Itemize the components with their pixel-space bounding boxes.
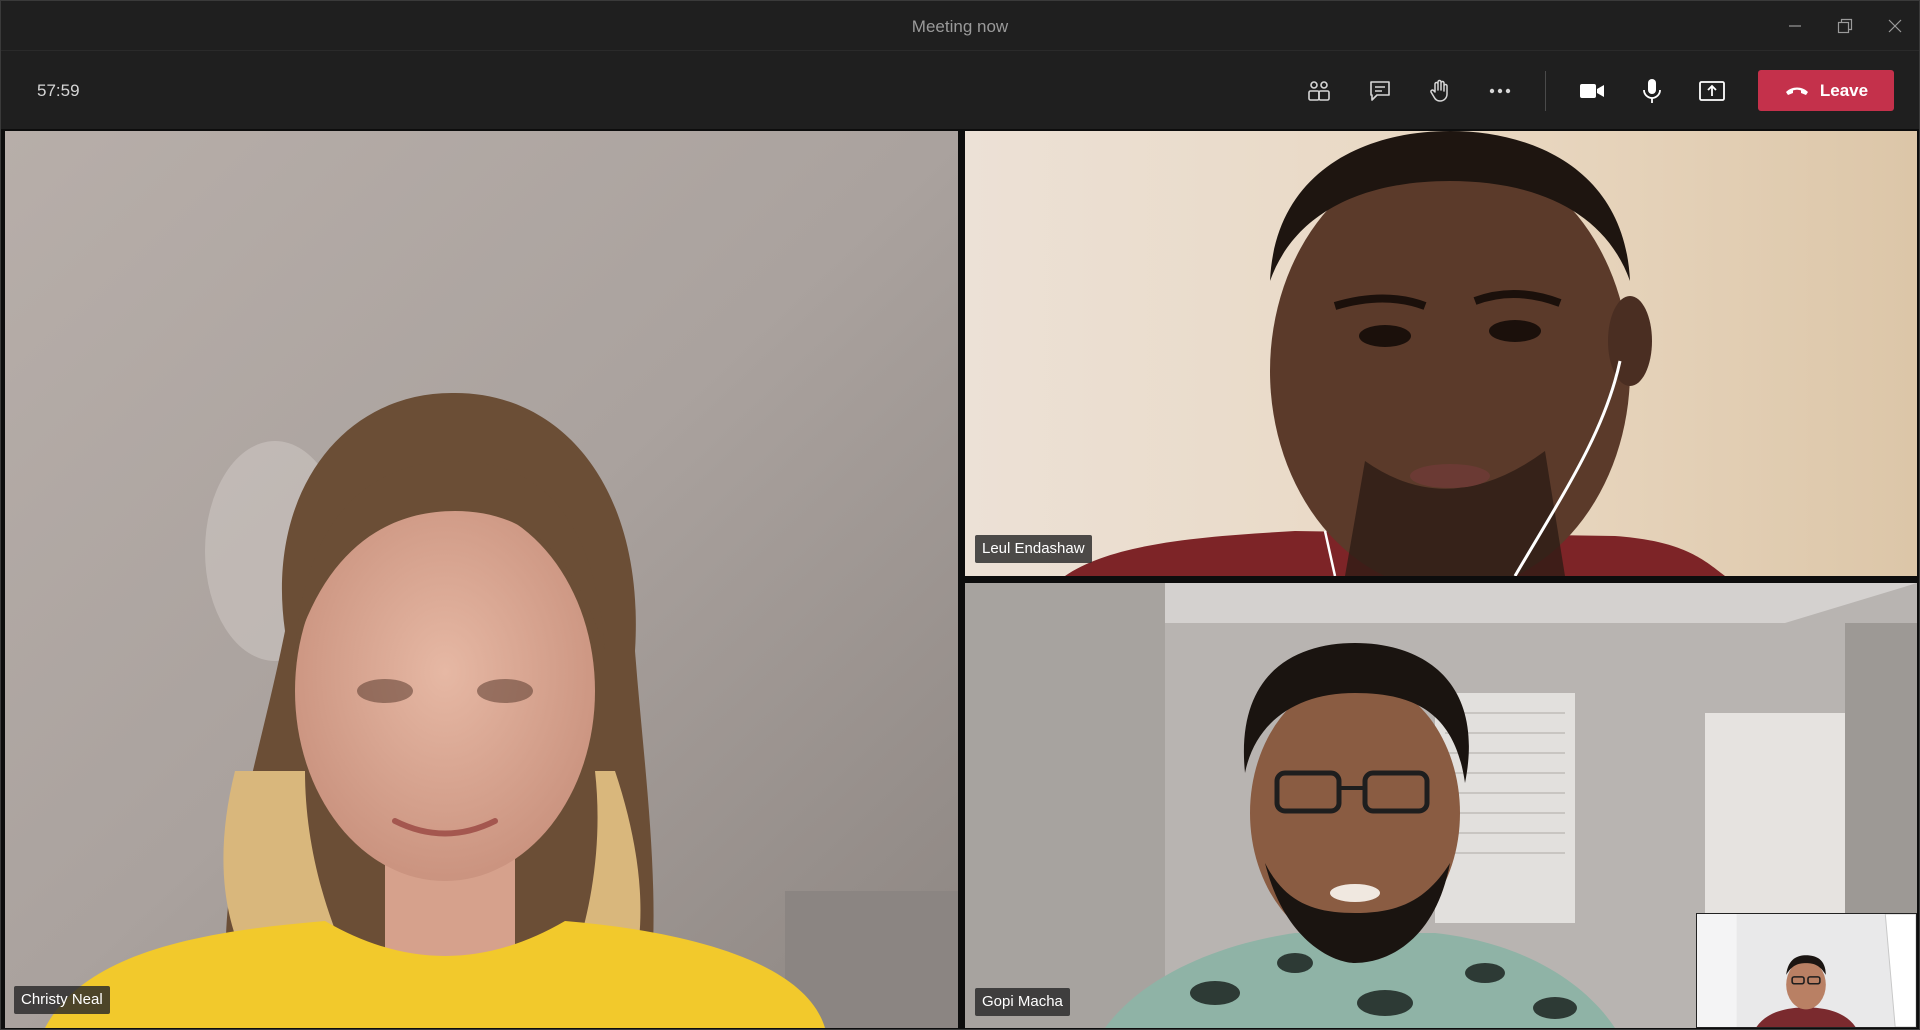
restore-icon bbox=[1837, 18, 1853, 34]
participant-video bbox=[5, 131, 958, 1028]
close-button[interactable] bbox=[1881, 13, 1909, 39]
participant-video bbox=[965, 131, 1917, 576]
camera-button[interactable] bbox=[1570, 69, 1614, 113]
participant-name-tag: Gopi Macha bbox=[975, 988, 1070, 1016]
video-tile-2[interactable]: Leul Endashaw bbox=[965, 131, 1917, 576]
minimize-button[interactable] bbox=[1781, 13, 1809, 39]
share-button[interactable] bbox=[1690, 69, 1734, 113]
meeting-timer: 57:59 bbox=[37, 81, 80, 100]
minimize-icon bbox=[1789, 25, 1801, 27]
window-title: Meeting now bbox=[911, 17, 1009, 36]
toolbar-divider bbox=[1545, 71, 1546, 111]
camera-icon bbox=[1580, 84, 1604, 98]
microphone-icon bbox=[1643, 79, 1661, 103]
hand-icon bbox=[1430, 79, 1448, 102]
self-view-video[interactable] bbox=[1696, 913, 1917, 1028]
chat-icon bbox=[1370, 81, 1390, 101]
hang-up-icon bbox=[1785, 87, 1808, 95]
title-bar: Meeting now bbox=[1, 1, 1919, 51]
self-video bbox=[1697, 914, 1916, 1027]
meeting-toolbar: 57:59 Leave bbox=[1, 51, 1919, 129]
more-icon bbox=[1489, 88, 1511, 94]
video-tile-1[interactable]: Christy Neal bbox=[5, 131, 958, 1028]
meeting-window: Meeting now 57:59 Leave Christy Neal Leu… bbox=[0, 0, 1920, 1030]
close-icon bbox=[1888, 19, 1902, 33]
participants-button[interactable] bbox=[1297, 69, 1341, 113]
raise-hand-button[interactable] bbox=[1418, 69, 1462, 113]
more-actions-button[interactable] bbox=[1478, 69, 1522, 113]
restore-button[interactable] bbox=[1831, 13, 1859, 39]
participant-name-tag: Leul Endashaw bbox=[975, 535, 1092, 563]
microphone-button[interactable] bbox=[1630, 69, 1674, 113]
chat-button[interactable] bbox=[1358, 69, 1402, 113]
share-tray-icon bbox=[1699, 81, 1725, 101]
people-icon bbox=[1308, 81, 1330, 101]
leave-button[interactable]: Leave bbox=[1758, 70, 1894, 111]
participant-name-tag: Christy Neal bbox=[14, 986, 110, 1014]
leave-label: Leave bbox=[1819, 80, 1869, 100]
